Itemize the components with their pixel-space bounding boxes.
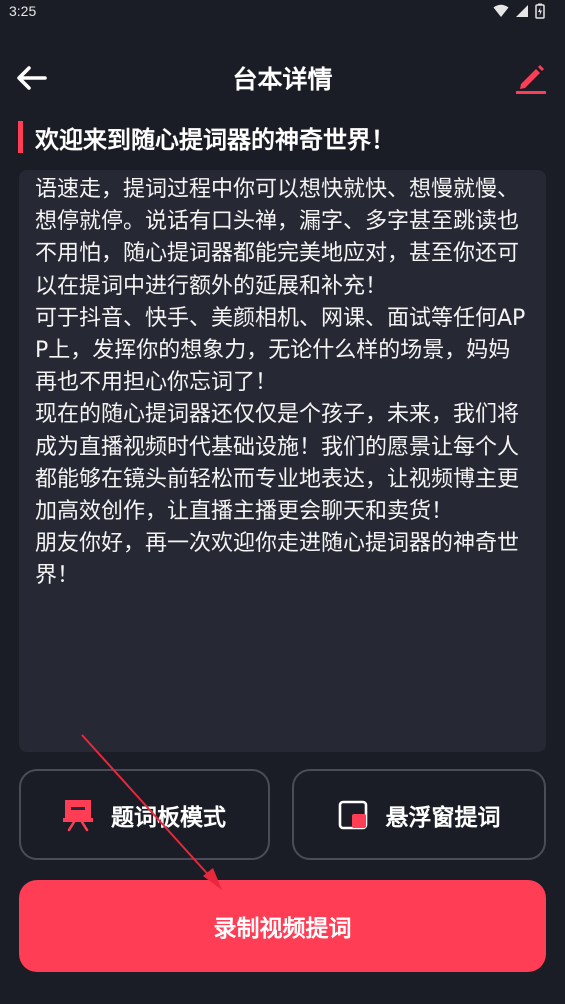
record-video-label: 录制视频提词 bbox=[213, 916, 352, 942]
status-icons bbox=[493, 3, 545, 19]
signal-icon bbox=[516, 5, 528, 17]
status-bar: 3:25 bbox=[0, 0, 565, 24]
floating-window-label: 悬浮窗提词 bbox=[385, 804, 501, 831]
teleprompter-board-label: 题词板模式 bbox=[111, 804, 226, 831]
floating-window-button[interactable]: 悬浮窗提词 bbox=[292, 769, 546, 860]
pencil-icon bbox=[516, 65, 546, 94]
edit-button[interactable] bbox=[513, 60, 549, 96]
script-content-card[interactable]: 语速走，提词过程中你可以想快就快、想慢就慢、想停就停。说话有口头禅，漏字、多字甚… bbox=[19, 170, 546, 752]
presentation-board-icon bbox=[63, 799, 93, 831]
script-header: 欢迎来到随心提词器的神奇世界！ bbox=[18, 119, 395, 155]
battery-icon bbox=[535, 3, 545, 19]
teleprompter-board-button[interactable]: 题词板模式 bbox=[19, 769, 270, 860]
status-time: 3:25 bbox=[9, 3, 37, 19]
wifi-icon bbox=[493, 4, 509, 17]
floating-window-icon bbox=[338, 800, 367, 829]
title-accent-bar bbox=[18, 121, 23, 153]
page-title: 台本详情 bbox=[232, 65, 333, 94]
script-body-text: 语速走，提词过程中你可以想快就快、想慢就慢、想停就停。说话有口头禅，漏字、多字甚… bbox=[35, 177, 526, 589]
app-bar: 台本详情 bbox=[0, 52, 565, 104]
record-video-button[interactable]: 录制视频提词 bbox=[19, 880, 546, 972]
script-title: 欢迎来到随心提词器的神奇世界！ bbox=[35, 125, 395, 154]
